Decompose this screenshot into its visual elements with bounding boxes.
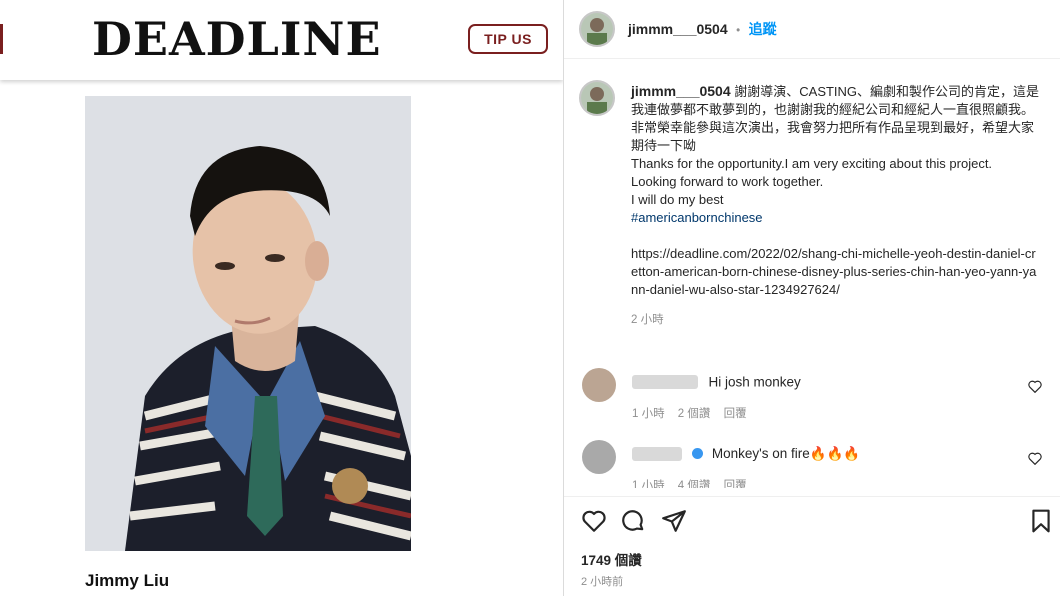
hashtag-link[interactable]: #americanbornchinese (631, 209, 1041, 227)
post-time: 2 小時前 (581, 576, 624, 588)
tip-us-button[interactable]: TIP US (468, 24, 548, 54)
like-count[interactable]: 1749 個讚 (581, 549, 642, 569)
verified-icon (692, 448, 704, 460)
caption-line: Looking forward to work together. (631, 174, 824, 189)
deadline-article: DEADLINE TIP US Jimmy Liu (0, 0, 563, 596)
caption-time: 2 小時 (631, 314, 664, 326)
comment-icon[interactable] (620, 508, 646, 534)
comment-text: Hi josh monkey (708, 374, 801, 390)
comment-text: Monkey's on fire🔥🔥🔥 (711, 445, 861, 461)
post-username[interactable]: jimmm___0504 (628, 21, 728, 37)
post-actions-bar: 1749 個讚 2 小時前 (564, 496, 1060, 597)
comment-likes[interactable]: 2 個讚 (678, 408, 711, 420)
caption-avatar[interactable] (579, 80, 615, 116)
deadline-header: DEADLINE TIP US (0, 0, 563, 80)
caption-line: 非常榮幸能參與這次演出，我會努力把所有作品呈現到最好，希望大家期待一下呦 (631, 120, 1035, 153)
caption-username[interactable]: jimmm___0504 (631, 83, 731, 99)
post-header: jimmm___0504 • 追蹤 (564, 0, 1060, 59)
article-link[interactable]: https://deadline.com/2022/02/shang-chi-m… (631, 245, 1041, 299)
actor-photo (85, 96, 411, 551)
separator-dot: • (736, 25, 741, 37)
user-avatar[interactable] (579, 11, 615, 47)
post-caption: jimmm___0504 謝謝導演、CASTING、編劇和製作公司的肯定，這是我… (631, 82, 1041, 329)
follow-button[interactable]: 追蹤 (749, 21, 777, 37)
caption-line: Thanks for the opportunity.I am very exc… (631, 156, 993, 171)
header-edge-accent (0, 24, 3, 54)
commenter-avatar[interactable] (582, 368, 616, 402)
heart-icon[interactable] (1028, 380, 1042, 393)
deadline-logo[interactable]: DEADLINE (92, 12, 382, 66)
comment-time: 1 小時 (632, 408, 665, 420)
bookmark-icon[interactable] (1028, 508, 1054, 534)
commenter-name-blurred[interactable] (632, 374, 698, 389)
caption-line: I will do my best (631, 192, 724, 207)
scroll-cutoff (564, 488, 1060, 496)
share-icon[interactable] (661, 508, 687, 534)
commenter-avatar[interactable] (582, 440, 616, 474)
heart-icon[interactable] (1028, 452, 1042, 465)
like-icon[interactable] (581, 508, 607, 534)
instagram-post-panel: jimmm___0504 • 追蹤 jimmm___0504 謝謝導演、CAST… (563, 0, 1060, 597)
commenter-name-blurred[interactable] (632, 446, 682, 461)
actor-name: Jimmy Liu (85, 571, 170, 590)
reply-button[interactable]: 回覆 (724, 408, 747, 420)
